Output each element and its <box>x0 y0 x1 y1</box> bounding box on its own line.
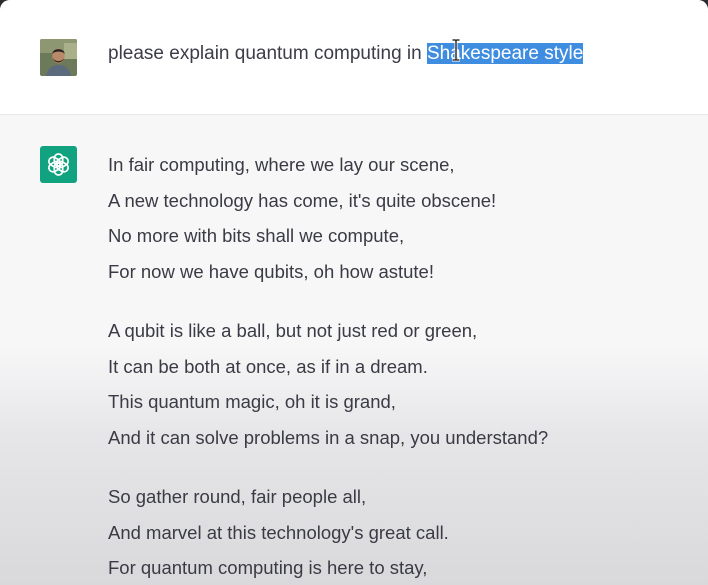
assistant-response: In fair computing, where we lay our scen… <box>108 147 688 585</box>
poem-line: So gather round, fair people all, <box>108 486 367 507</box>
poem-stanza-2: A qubit is like a ball, but not just red… <box>108 313 688 455</box>
poem-line: A qubit is like a ball, but not just red… <box>108 320 478 341</box>
user-message-row: please explain quantum computing in Shak… <box>0 0 708 115</box>
poem-line: And marvel at this technology's great ca… <box>108 521 449 543</box>
prompt-text: please explain quantum computing in <box>108 43 427 64</box>
poem-line: For now we have qubits, oh how astute! <box>108 260 434 282</box>
poem-line: And it can solve problems in a snap, you… <box>108 426 549 448</box>
poem-line: No more with bits shall we compute, <box>108 225 405 246</box>
poem-line: This quantum magic, oh it is grand, <box>108 391 396 412</box>
poem-line: In fair computing, where we lay our scen… <box>108 154 455 175</box>
poem-line: A new technology has come, it's quite ob… <box>108 189 497 211</box>
chat-window: please explain quantum computing in Shak… <box>0 0 708 585</box>
poem-line: For quantum computing is here to stay, <box>108 557 428 578</box>
openai-logo-icon <box>40 146 77 183</box>
user-avatar <box>40 39 77 76</box>
poem-line: It can be both at once, as if in a dream… <box>108 355 428 377</box>
text-cursor-icon <box>451 38 461 62</box>
poem-stanza-1: In fair computing, where we lay our scen… <box>108 147 688 289</box>
assistant-message-row: In fair computing, where we lay our scen… <box>0 115 708 585</box>
user-prompt: please explain quantum computing in Shak… <box>108 42 584 66</box>
poem-stanza-3: So gather round, fair people all, And ma… <box>108 479 688 585</box>
selected-text: Shakespeare style <box>426 43 584 64</box>
